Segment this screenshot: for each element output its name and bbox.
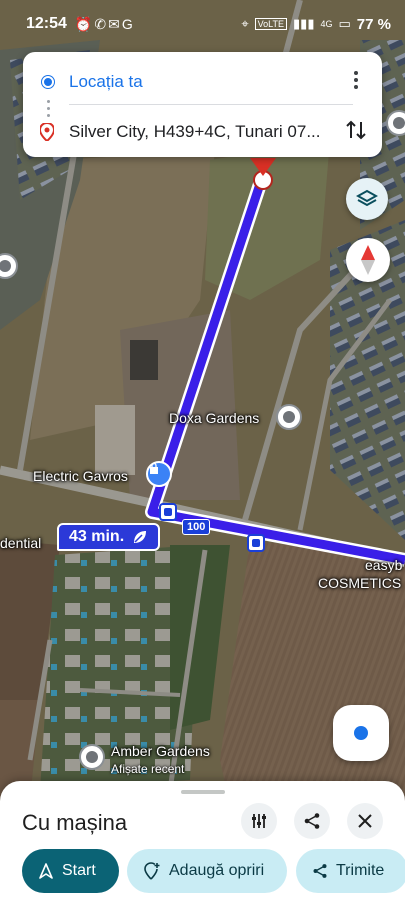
battery-percent: 77 %	[356, 15, 391, 33]
label-electric-gavros[interactable]: Electric Gavros	[33, 468, 128, 484]
label-residential[interactable]: dential	[0, 535, 41, 551]
send-button[interactable]: Trimite	[296, 849, 405, 893]
navigation-arrow-icon	[39, 863, 53, 879]
origin-field[interactable]: Locația ta	[69, 72, 143, 92]
poi-pin-amber[interactable]	[79, 744, 105, 770]
bus-stop-icon[interactable]	[159, 503, 177, 521]
divider	[69, 104, 353, 105]
shopping-bag-icon[interactable]	[146, 461, 172, 487]
sheet-title: Cu mașina	[22, 810, 128, 835]
start-button[interactable]: Start	[22, 849, 119, 893]
network-type: 4G	[320, 19, 333, 29]
label-amber-gardens[interactable]: Amber Gardens	[111, 743, 210, 759]
poi-pin-topright[interactable]	[386, 110, 405, 136]
swap-directions-icon[interactable]	[342, 116, 370, 144]
compass-icon[interactable]	[346, 238, 390, 282]
filter-button[interactable]	[241, 803, 277, 839]
route-number-shield: 100	[182, 519, 211, 535]
add-stops-button[interactable]: Adaugă opriri	[127, 849, 287, 893]
drag-handle[interactable]	[181, 790, 225, 794]
destination-row[interactable]: Silver City, H439+4C, Tunari 07...	[23, 114, 343, 150]
volte-label: VoLTE	[254, 18, 288, 30]
share-icon	[313, 864, 327, 878]
my-location-button[interactable]	[333, 705, 389, 761]
origin-row[interactable]: Locația ta	[23, 64, 343, 100]
close-button[interactable]	[347, 803, 383, 839]
status-time: 12:54	[26, 15, 67, 32]
bus-stop-icon[interactable]	[247, 534, 265, 552]
status-bar: 12:54 ⏰✆✉G ⌖ VoLTE ▮▮▮ 4G ▭ 77 %	[0, 0, 405, 48]
layers-icon[interactable]	[346, 178, 388, 220]
eta-text: 43 min.	[69, 528, 125, 545]
share-button[interactable]	[294, 803, 330, 839]
sliders-icon	[252, 814, 266, 828]
label-amber-sub: Afișate recent	[111, 762, 185, 776]
pin-dot-icon	[86, 751, 98, 763]
battery-icon: ▭	[338, 16, 351, 31]
poi-pin-doxa[interactable]	[276, 404, 302, 430]
notification-icons: ⏰✆✉G	[74, 15, 135, 32]
add-stops-label: Adaugă opriri	[169, 862, 265, 879]
label-easy-line1[interactable]: easyb	[365, 557, 402, 573]
route-card: Locația ta Silver City, H439+4C, Tunari …	[23, 52, 382, 157]
destination-pin-icon	[40, 123, 54, 141]
label-easy-line2[interactable]: COSMETICS	[318, 575, 401, 591]
more-options-icon[interactable]	[344, 66, 368, 94]
pin-dot-icon	[0, 260, 11, 272]
bottom-sheet: Cu mașina Start Adaugă opriri Trimite	[0, 781, 405, 900]
pin-dot-icon	[283, 411, 295, 423]
pin-dot-icon	[393, 117, 405, 129]
add-location-icon	[144, 862, 160, 880]
my-location-icon	[354, 726, 368, 740]
location-icon: ⌖	[241, 16, 249, 31]
eta-bubble[interactable]: 43 min.	[57, 523, 161, 551]
share-icon	[304, 813, 320, 829]
destination-field[interactable]: Silver City, H439+4C, Tunari 07...	[69, 122, 337, 142]
origin-dot-icon	[42, 76, 54, 88]
status-right: ⌖ VoLTE ▮▮▮ 4G ▭ 77 %	[241, 16, 391, 33]
label-doxa-gardens[interactable]: Doxa Gardens	[169, 410, 259, 426]
send-label: Trimite	[336, 862, 385, 879]
close-icon	[358, 814, 372, 828]
signal-icon: ▮▮▮	[293, 16, 315, 31]
eco-leaf-icon	[134, 531, 147, 543]
start-label: Start	[62, 862, 96, 879]
